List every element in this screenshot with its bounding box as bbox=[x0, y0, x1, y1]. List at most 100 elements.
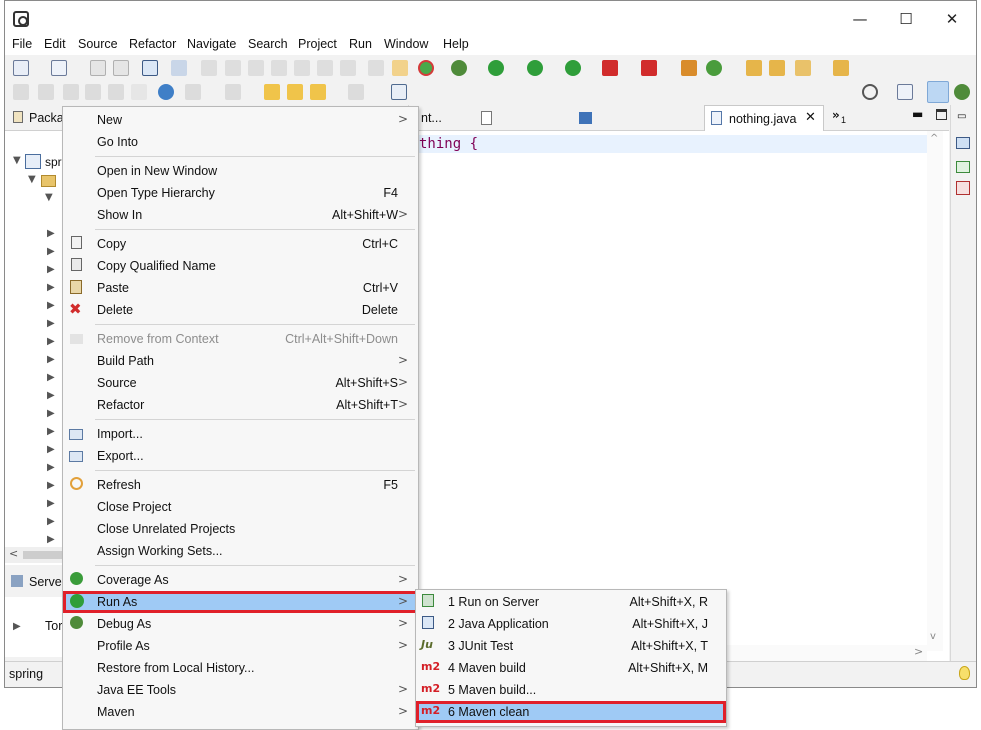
chevron-right-icon[interactable]: ▶ bbox=[47, 300, 55, 311]
submenu-item-maven-build-config[interactable]: m2 5 Maven build... bbox=[416, 679, 726, 701]
open-perspective-icon[interactable] bbox=[897, 84, 913, 100]
tree-row[interactable]: ▶ bbox=[5, 370, 65, 388]
suspend-icon[interactable] bbox=[225, 60, 241, 76]
tree-row[interactable]: ▶ bbox=[5, 352, 65, 370]
editor-tab-partial[interactable]: nt... bbox=[421, 111, 442, 125]
chevron-right-icon[interactable]: ▶ bbox=[47, 498, 55, 509]
chevron-right-icon[interactable]: ▶ bbox=[47, 318, 55, 329]
menu-navigate[interactable]: Navigate bbox=[187, 37, 236, 51]
menu-item-maven[interactable]: Maven > bbox=[63, 701, 418, 723]
last-edit-icon[interactable] bbox=[264, 84, 280, 100]
menu-search[interactable]: Search bbox=[248, 37, 288, 51]
open-task-icon[interactable] bbox=[769, 60, 785, 76]
word-wrap-icon[interactable] bbox=[108, 84, 124, 100]
search-icon[interactable] bbox=[862, 84, 878, 100]
scroll-down-icon[interactable]: v bbox=[930, 631, 936, 642]
file-icon[interactable] bbox=[481, 111, 492, 125]
block-selection-icon[interactable] bbox=[85, 84, 101, 100]
drop-to-frame-icon[interactable] bbox=[368, 60, 384, 76]
menu-item-copy-qualified-name[interactable]: Copy Qualified Name bbox=[63, 255, 418, 277]
tree-row[interactable]: ▶ bbox=[5, 334, 65, 352]
new-java-icon[interactable] bbox=[51, 60, 67, 76]
chevron-right-icon[interactable]: ▶ bbox=[13, 621, 21, 632]
terminate-icon[interactable] bbox=[248, 60, 264, 76]
run-icon[interactable] bbox=[488, 60, 504, 76]
tree-row[interactable]: ▶ bbox=[5, 388, 65, 406]
resume-icon[interactable] bbox=[201, 60, 217, 76]
menu-item-open-type-hierarchy[interactable]: Open Type Hierarchy F4 bbox=[63, 182, 418, 204]
update-icon[interactable] bbox=[418, 60, 434, 76]
use-step-filters-icon[interactable] bbox=[392, 60, 408, 76]
scroll-left-icon[interactable]: < bbox=[9, 547, 18, 560]
stop-server-icon[interactable] bbox=[602, 60, 618, 76]
java-ee-perspective-icon[interactable] bbox=[927, 81, 949, 103]
code-class-name[interactable]: thing { bbox=[419, 136, 478, 152]
menu-file[interactable]: File bbox=[12, 37, 32, 51]
submenu-item-run-on-server[interactable]: 1 Run on Server Alt+Shift+X, R bbox=[416, 591, 726, 613]
tree-row[interactable]: ▶ bbox=[5, 478, 65, 496]
chevron-right-icon[interactable]: ▶ bbox=[47, 354, 55, 365]
close-tab-icon[interactable]: ✕ bbox=[805, 110, 816, 125]
menu-item-refresh[interactable]: Refresh F5 bbox=[63, 474, 418, 496]
menu-refactor[interactable]: Refactor bbox=[129, 37, 176, 51]
menu-source[interactable]: Source bbox=[78, 37, 118, 51]
web-browser-icon[interactable] bbox=[158, 84, 174, 100]
menu-item-close-project[interactable]: Close Project bbox=[63, 496, 418, 518]
scroll-right-icon[interactable]: > bbox=[914, 645, 923, 658]
menu-item-copy[interactable]: Copy Ctrl+C bbox=[63, 233, 418, 255]
next-annotation-icon[interactable] bbox=[185, 84, 201, 100]
menu-item-assign-working-sets[interactable]: Assign Working Sets... bbox=[63, 540, 418, 562]
package-explorer-tab[interactable]: Packa bbox=[29, 111, 64, 125]
menu-item-java-ee-tools[interactable]: Java EE Tools > bbox=[63, 679, 418, 701]
horizontal-scrollbar[interactable]: < bbox=[5, 547, 65, 563]
menu-item-show-in[interactable]: Show In Alt+Shift+W > bbox=[63, 204, 418, 226]
maximize-view-icon[interactable] bbox=[936, 109, 947, 120]
tree-row[interactable]: ▶ bbox=[5, 406, 65, 424]
menu-project[interactable]: Project bbox=[298, 37, 337, 51]
menu-edit[interactable]: Edit bbox=[44, 37, 66, 51]
submenu-item-maven-build[interactable]: m2 4 Maven build Alt+Shift+X, M bbox=[416, 657, 726, 679]
disconnect-icon[interactable] bbox=[271, 60, 287, 76]
pin-editor-icon[interactable] bbox=[391, 84, 407, 100]
menu-item-run-as[interactable]: Run As > bbox=[63, 591, 418, 613]
chevron-right-icon[interactable]: ▶ bbox=[47, 372, 55, 383]
chevron-right-icon[interactable]: ▶ bbox=[47, 462, 55, 473]
current-line[interactable]: thing { bbox=[409, 135, 934, 153]
prev-annotation-icon[interactable] bbox=[225, 84, 241, 100]
maximize-button[interactable]: ☐ bbox=[883, 7, 929, 31]
run-last-tool-icon[interactable] bbox=[565, 60, 581, 76]
menu-item-build-path[interactable]: Build Path > bbox=[63, 350, 418, 372]
step-into-icon[interactable] bbox=[294, 60, 310, 76]
menu-help[interactable]: Help bbox=[443, 37, 469, 51]
coverage-icon[interactable] bbox=[527, 60, 543, 76]
tree-row[interactable]: ▶ bbox=[5, 280, 65, 298]
problems-view-icon[interactable] bbox=[956, 181, 970, 195]
close-window-button[interactable]: ✕ bbox=[929, 7, 975, 31]
step-over-icon[interactable] bbox=[317, 60, 333, 76]
tree-row[interactable]: ▶ bbox=[5, 424, 65, 442]
tree-row-src[interactable]: ▼ bbox=[5, 172, 65, 190]
scrollbar-thumb[interactable] bbox=[23, 551, 63, 559]
tree-row[interactable]: ▶ bbox=[5, 316, 65, 334]
tree-row[interactable]: ▶ bbox=[5, 298, 65, 316]
chevron-right-icon[interactable]: ▶ bbox=[47, 426, 55, 437]
tree-row[interactable]: ▶ bbox=[5, 460, 65, 478]
tree-row[interactable]: ▶ bbox=[5, 442, 65, 460]
menu-run[interactable]: Run bbox=[349, 37, 372, 51]
external-tools-icon[interactable] bbox=[641, 60, 657, 76]
chevron-right-icon[interactable]: ▶ bbox=[47, 408, 55, 419]
debug-icon[interactable] bbox=[451, 60, 467, 76]
menu-item-close-unrelated-projects[interactable]: Close Unrelated Projects bbox=[63, 518, 418, 540]
chevron-right-icon[interactable]: ▶ bbox=[47, 336, 55, 347]
minimize-button[interactable]: — bbox=[837, 7, 883, 31]
servers-tab[interactable]: Server bbox=[29, 575, 66, 589]
debug-perspective-icon[interactable] bbox=[954, 84, 970, 100]
open-type-icon[interactable] bbox=[746, 60, 762, 76]
menu-item-coverage-as[interactable]: Coverage As > bbox=[63, 569, 418, 591]
chevron-right-icon[interactable]: ▶ bbox=[47, 480, 55, 491]
submenu-item-maven-clean[interactable]: m2 6 Maven clean bbox=[416, 701, 726, 723]
chevron-right-icon[interactable]: ▶ bbox=[47, 516, 55, 527]
menu-item-open-in-new-window[interactable]: Open in New Window bbox=[63, 160, 418, 182]
tree-row-package[interactable]: ▼ bbox=[5, 190, 65, 208]
menu-item-source[interactable]: Source Alt+Shift+S > bbox=[63, 372, 418, 394]
